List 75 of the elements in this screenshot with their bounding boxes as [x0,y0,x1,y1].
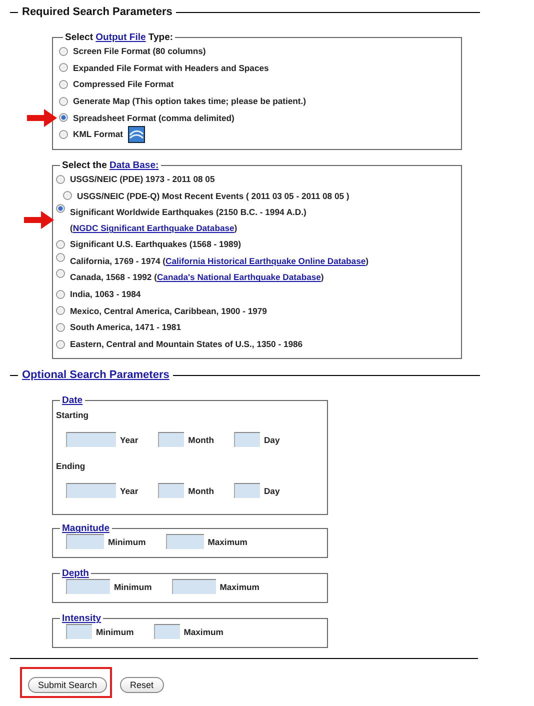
legend-text: Select [65,32,94,43]
legend-text: Select the [62,160,108,171]
radio-button[interactable] [56,306,65,316]
group-link[interactable]: Intensity [62,613,102,624]
option-label: India, 1063 - 1984 [70,288,141,302]
database-link[interactable]: Canada's National Earthquake Database [156,272,321,282]
radio-button[interactable] [59,63,68,72]
form-button[interactable]: Submit Search [28,677,108,694]
field-label: Year [120,434,138,445]
row-label: Starting [56,410,90,420]
database-link[interactable]: Data Base: [110,160,159,171]
input-field[interactable] [154,624,180,640]
input-field[interactable] [66,624,92,640]
radio-button[interactable] [56,322,65,332]
input-field[interactable] [66,579,110,594]
database-link[interactable]: NGDC Significant Earthquake Database [72,223,234,234]
radio-button[interactable] [56,269,65,278]
section-title: Required Search Parameters [22,6,172,18]
option-label: KML Format [73,128,123,142]
input-field[interactable] [172,579,216,594]
radio-button[interactable] [56,174,65,184]
option-label: Canada, 1568 - 1992 (Canada's National Earthquake Database) [70,271,324,284]
option-label: Generate Map (This option takes time; please be patient.) [73,95,306,108]
field-label: Maximum [220,582,260,592]
row-label: Ending [56,461,86,472]
radio-button[interactable] [59,113,68,122]
radio-button[interactable] [59,130,68,139]
option-label: Mexico, Central America, Caribbean, 1900 - 1979 [70,304,267,318]
field-label: Day [264,434,280,445]
field-label: Month [188,486,214,496]
option-label: Compressed File Format [73,78,174,92]
field-label: Year [120,486,138,496]
group-link[interactable]: Magnitude [62,523,110,534]
option-label: Expanded File Format with Headers and Spaces [73,62,269,75]
option-label: Eastern, Central and Mountain States of U.S., 1350 - 1986 [70,338,303,352]
option-label: Screen File Format (80 columns) [73,45,206,58]
group-link[interactable]: Date [62,395,83,406]
radio-button[interactable] [56,340,65,349]
legend-text: Type: [147,32,174,43]
option-label: Spreadsheet Format (comma delimited) [73,112,234,125]
radio-button[interactable] [56,252,65,262]
input-field[interactable] [66,534,104,550]
form-button[interactable]: Reset [120,677,164,694]
input-field[interactable] [66,483,116,498]
radio-button[interactable] [56,204,65,214]
input-field[interactable] [166,534,204,550]
input-field[interactable] [158,432,184,448]
database-link[interactable]: California Historical Earthquake Online Database [166,256,366,266]
option-label: South America, 1471 - 1981 [70,321,181,334]
option-label: Significant Worldwide Earthquakes (2150 B.C. - 1994 A.D.) (NGDC Significant Earthquake Database) [70,206,308,236]
input-field[interactable] [158,483,184,498]
output-file-link[interactable]: Output File [96,32,146,43]
radio-button[interactable] [59,46,68,56]
input-field[interactable] [66,432,116,448]
option-label: California, 1769 - 1974 (California Historical Earthquake Online Database) [70,254,369,268]
wave-icon [128,126,145,143]
radio-button[interactable] [63,191,72,200]
field-label: Maximum [208,536,248,547]
option-label: Significant U.S. Earthquakes (1568 - 1989) [70,238,241,252]
field-label: Minimum [96,626,134,637]
input-field[interactable] [234,483,260,498]
option-label: USGS/NEIC (PDE-Q) Most Recent Events ( 2011 03 05 - 2011 08 05 ) [77,190,350,203]
section-title-link[interactable]: Optional Search Parameters [22,369,170,382]
field-label: Month [188,434,214,445]
group-link[interactable]: Depth [62,568,89,580]
radio-button[interactable] [56,240,65,249]
field-label: Minimum [114,582,152,592]
radio-button[interactable] [59,80,68,89]
field-label: Maximum [184,626,224,637]
radio-button[interactable] [56,290,65,299]
option-label: USGS/NEIC (PDE) 1973 - 2011 08 05 [70,173,215,186]
field-label: Minimum [108,536,146,547]
input-field[interactable] [234,432,260,448]
radio-button[interactable] [59,96,68,106]
field-label: Day [264,486,280,496]
